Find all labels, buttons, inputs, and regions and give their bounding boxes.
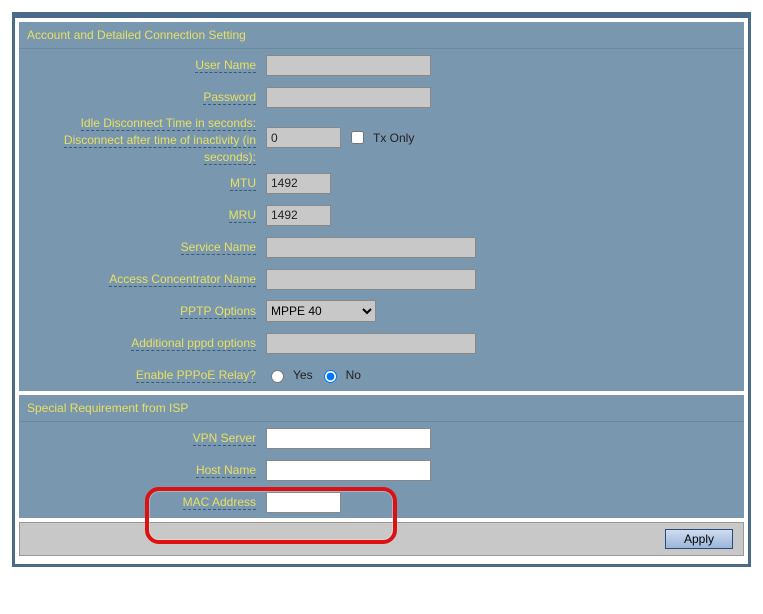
pppd-label: Additional pppd options	[131, 336, 256, 351]
idle-input[interactable]	[266, 127, 341, 148]
button-bar: Apply	[19, 522, 744, 556]
pppd-input[interactable]	[266, 333, 476, 354]
host-name-label: Host Name	[196, 463, 256, 478]
vpn-server-label: VPN Server	[193, 431, 256, 446]
relay-no-radio[interactable]	[324, 370, 337, 383]
isp-header: Special Requirement from ISP	[19, 395, 744, 422]
password-label: Password	[203, 90, 256, 105]
apply-button[interactable]: Apply	[665, 529, 733, 549]
tx-only-checkbox[interactable]	[351, 131, 364, 144]
mtu-input[interactable]	[266, 173, 331, 194]
mru-label: MRU	[229, 208, 256, 223]
mac-address-input[interactable]	[266, 492, 341, 513]
pptp-select[interactable]: MPPE 40	[266, 300, 376, 322]
account-header: Account and Detailed Connection Setting	[19, 22, 744, 49]
ac-name-label: Access Concentrator Name	[109, 272, 256, 287]
service-name-label: Service Name	[181, 240, 256, 255]
password-input[interactable]	[266, 87, 431, 108]
isp-section: Special Requirement from ISP VPN Server …	[19, 395, 744, 518]
pptp-label: PPTP Options	[180, 304, 256, 319]
relay-yes-radio[interactable]	[271, 370, 284, 383]
host-name-input[interactable]	[266, 460, 431, 481]
relay-label: Enable PPPoE Relay?	[136, 368, 256, 383]
ac-name-input[interactable]	[266, 269, 476, 290]
mac-address-label: MAC Address	[183, 495, 256, 510]
idle-label-2: Disconnect after time of inactivity (in …	[64, 133, 256, 165]
idle-label-1: Idle Disconnect Time in seconds:	[81, 116, 256, 131]
tx-only-label: Tx Only	[373, 131, 414, 145]
service-name-input[interactable]	[266, 237, 476, 258]
mtu-label: MTU	[230, 176, 256, 191]
mru-input[interactable]	[266, 205, 331, 226]
user-name-label: User Name	[195, 58, 256, 73]
vpn-server-input[interactable]	[266, 428, 431, 449]
user-name-input[interactable]	[266, 55, 431, 76]
relay-yes-label: Yes	[293, 368, 313, 382]
account-section: Account and Detailed Connection Setting …	[19, 22, 744, 391]
relay-no-label: No	[346, 368, 361, 382]
